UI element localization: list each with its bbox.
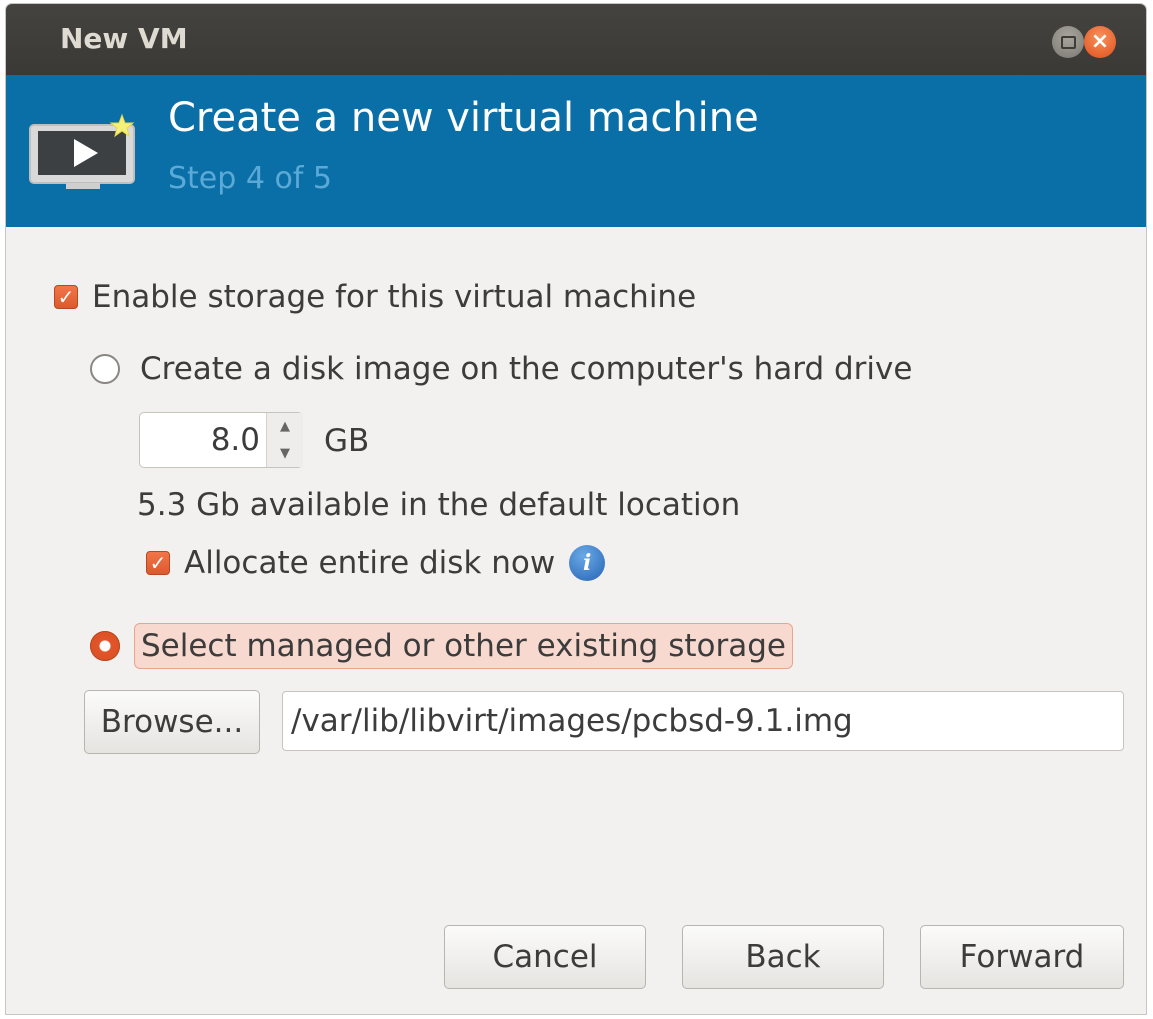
existing-storage-label: Select managed or other existing storage — [134, 623, 793, 669]
wizard-step: Step 4 of 5 — [168, 161, 333, 196]
create-disk-row[interactable]: Create a disk image on the computer's ha… — [90, 351, 912, 387]
storage-path-input[interactable]: /var/lib/libvirt/images/pcbsd-9.1.img — [282, 691, 1124, 751]
wizard-title: Create a new virtual machine — [168, 95, 759, 141]
storage-page: ✓ Enable storage for this virtual machin… — [6, 227, 1146, 1014]
allocate-row[interactable]: ✓ Allocate entire disk now i — [146, 545, 606, 581]
spinner-buttons: ▲ ▼ — [266, 413, 303, 467]
size-unit-row: GB — [324, 423, 369, 459]
available-row: 5.3 Gb available in the default location — [137, 487, 740, 523]
enable-storage-row[interactable]: ✓ Enable storage for this virtual machin… — [54, 279, 696, 315]
enable-storage-checkbox[interactable]: ✓ — [54, 285, 78, 309]
increment-icon[interactable]: ▲ — [267, 413, 303, 440]
titlebar: New VM × — [6, 4, 1146, 75]
new-vm-window: New VM × Create a new virtual machine St… — [6, 4, 1146, 1014]
size-unit-label: GB — [324, 423, 370, 459]
allocate-disk-label: Allocate entire disk now — [184, 545, 556, 581]
create-disk-label: Create a disk image on the computer's ha… — [140, 351, 913, 387]
decrement-icon[interactable]: ▼ — [267, 440, 303, 467]
cancel-button[interactable]: Cancel — [444, 925, 646, 989]
available-space-text: 5.3 Gb available in the default location — [137, 487, 741, 523]
monitor-play-icon — [29, 113, 135, 189]
allocate-disk-checkbox[interactable]: ✓ — [146, 551, 170, 575]
disk-size-spinner[interactable]: 8.0 ▲ ▼ — [139, 412, 303, 468]
browse-button[interactable]: Browse... — [84, 690, 260, 754]
forward-button[interactable]: Forward — [920, 925, 1124, 989]
wizard-header: Create a new virtual machine Step 4 of 5 — [6, 75, 1146, 227]
enable-storage-label: Enable storage for this virtual machine — [92, 279, 697, 315]
back-button[interactable]: Back — [682, 925, 884, 989]
info-icon[interactable]: i — [569, 545, 606, 581]
existing-storage-radio[interactable] — [90, 631, 120, 661]
maximize-icon[interactable] — [1052, 26, 1084, 58]
disk-size-value[interactable]: 8.0 — [140, 413, 260, 467]
close-icon[interactable]: × — [1084, 26, 1116, 58]
existing-storage-row[interactable]: Select managed or other existing storage — [90, 623, 793, 669]
window-title: New VM — [60, 22, 188, 55]
create-disk-radio[interactable] — [90, 354, 120, 384]
